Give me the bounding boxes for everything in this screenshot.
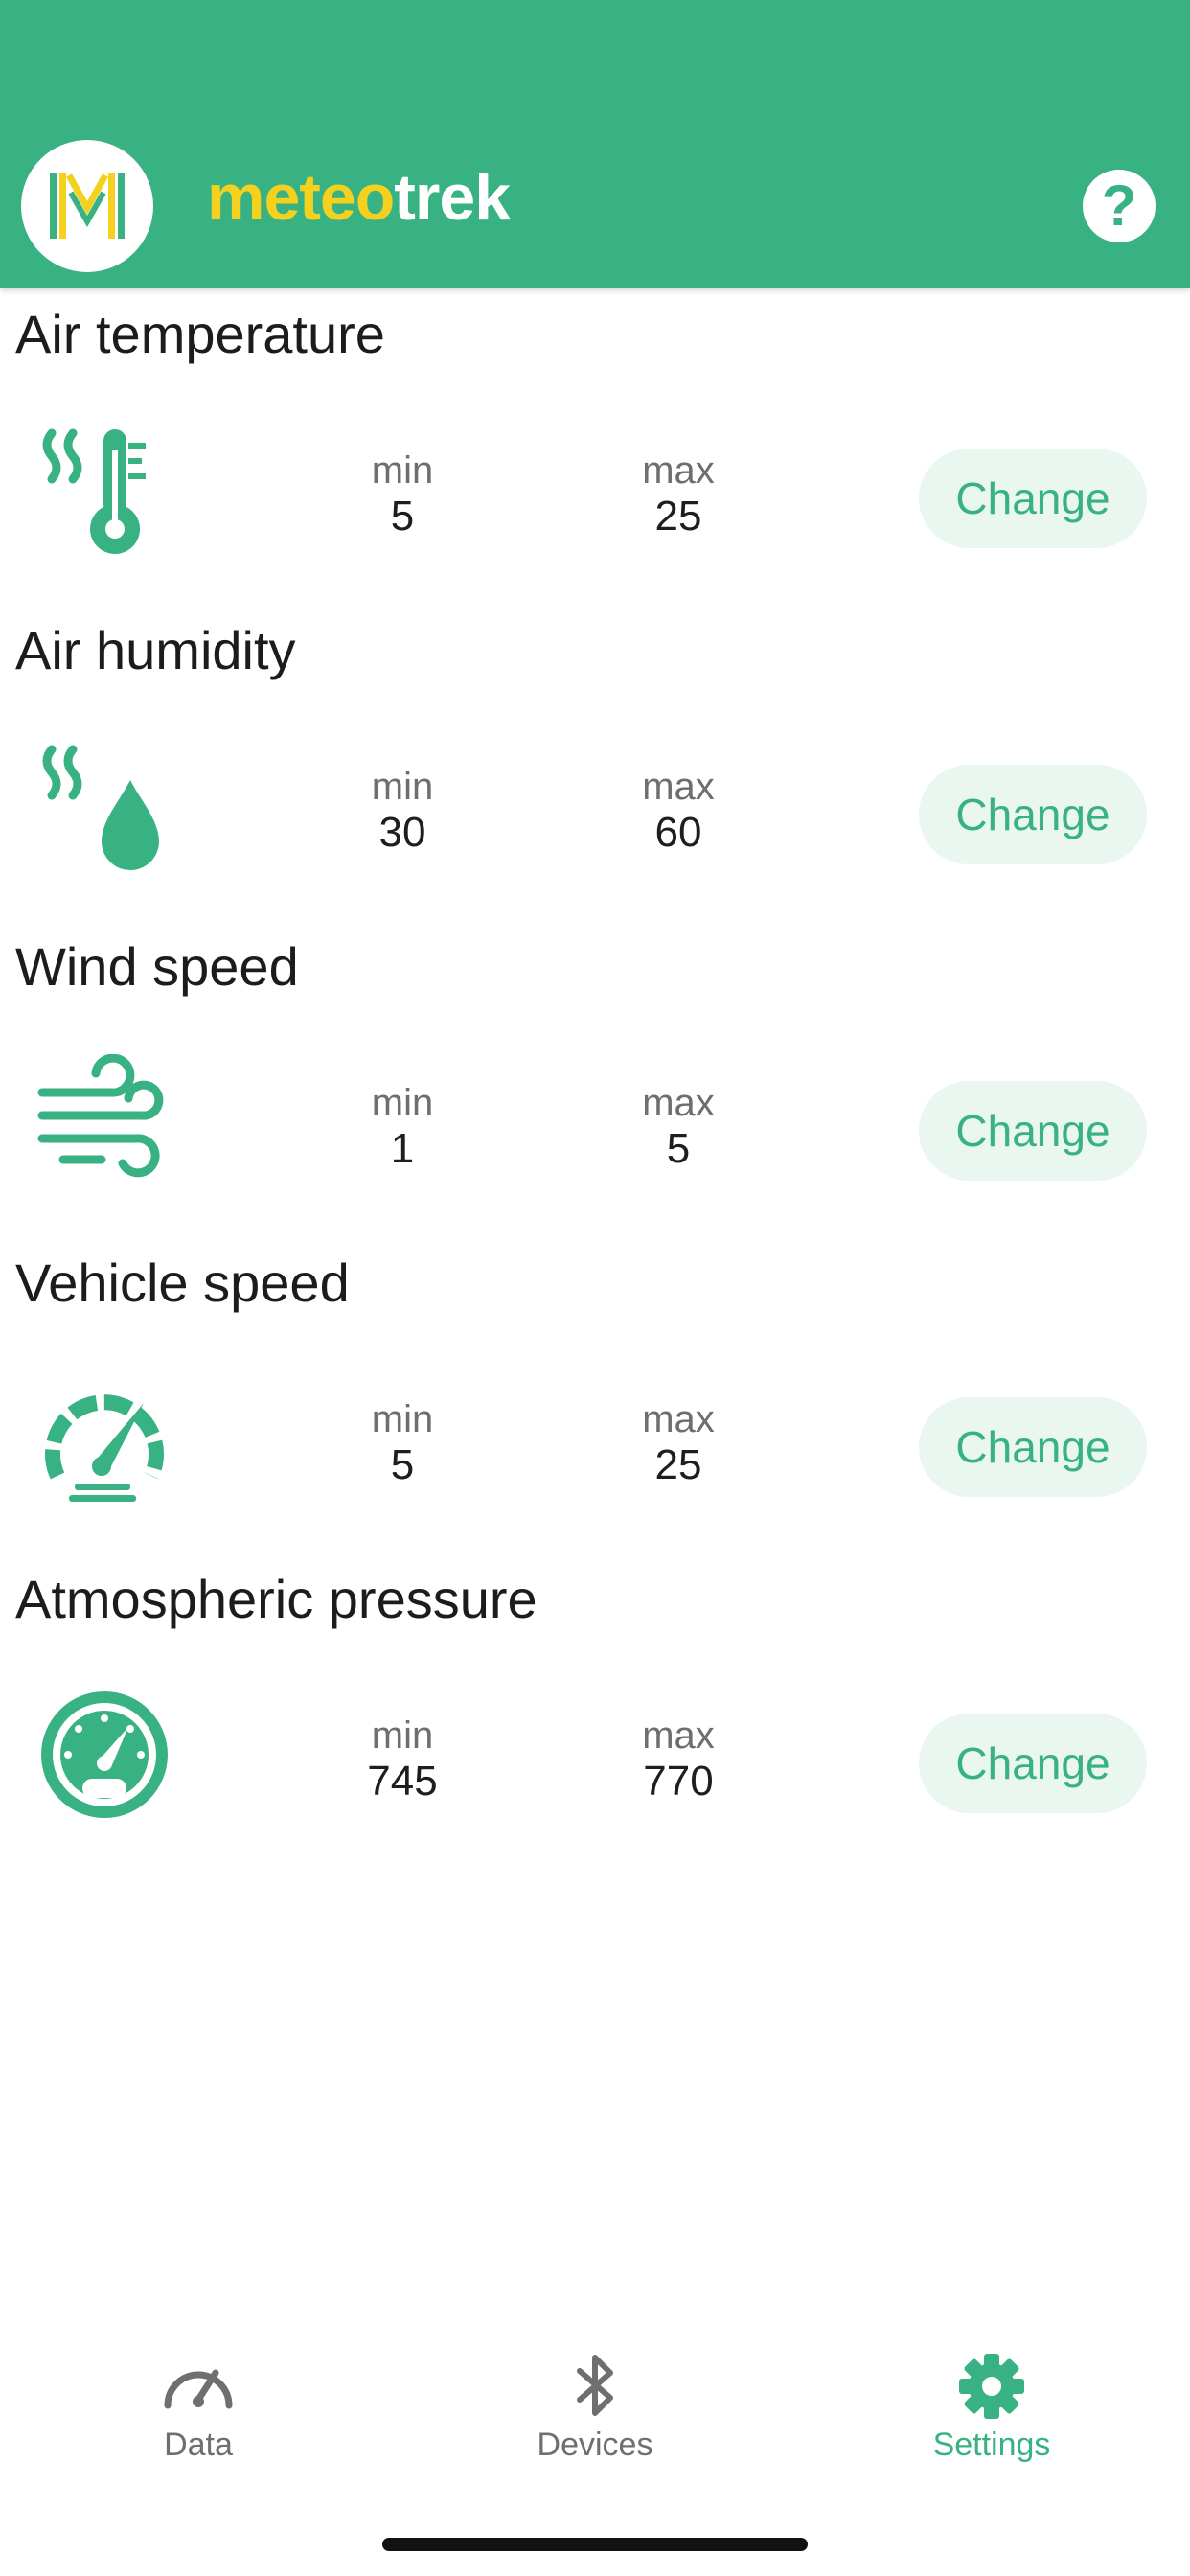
min-label: min bbox=[371, 1082, 434, 1124]
min-range: min 5 bbox=[335, 450, 469, 539]
bluetooth-icon bbox=[577, 2355, 613, 2416]
min-value: 5 bbox=[390, 1441, 415, 1488]
app-logo bbox=[21, 140, 153, 272]
help-icon: ? bbox=[1101, 173, 1137, 238]
section-title: Wind speed bbox=[15, 936, 299, 997]
brand-part-trek: trek bbox=[394, 161, 511, 234]
min-value: 745 bbox=[367, 1758, 438, 1805]
nav-item-settings[interactable]: Settings bbox=[793, 2310, 1190, 2472]
max-range: max 770 bbox=[611, 1715, 745, 1804]
max-value: 5 bbox=[666, 1125, 691, 1172]
min-label: min bbox=[371, 1714, 434, 1757]
section-title: Air humidity bbox=[15, 620, 296, 680]
speedometer-icon bbox=[45, 1394, 164, 1502]
humidity-drop-icon bbox=[42, 745, 159, 870]
bottom-navigation: Data Devices Settings bbox=[0, 2310, 1190, 2472]
nav-label-data: Data bbox=[164, 2426, 233, 2463]
section-title: Vehicle speed bbox=[15, 1253, 350, 1313]
max-value: 770 bbox=[643, 1758, 714, 1805]
min-label: min bbox=[371, 449, 434, 492]
wind-icon bbox=[37, 1054, 164, 1178]
min-range: min 5 bbox=[335, 1399, 469, 1487]
max-label: max bbox=[642, 1082, 715, 1124]
max-range: max 60 bbox=[611, 767, 745, 855]
help-button[interactable]: ? bbox=[1083, 170, 1156, 242]
brand-part-meteo: meteo bbox=[207, 161, 395, 234]
barometer-icon bbox=[41, 1691, 168, 1818]
max-value: 25 bbox=[654, 493, 702, 540]
max-range: max 25 bbox=[611, 450, 745, 539]
nav-label-settings: Settings bbox=[932, 2426, 1051, 2463]
sensor-section-air-temperature: Air temperature min 5 max 25 Change bbox=[0, 288, 1190, 604]
gauge-icon bbox=[164, 2369, 233, 2409]
min-value: 30 bbox=[378, 809, 426, 856]
section-title: Air temperature bbox=[15, 304, 385, 364]
max-range: max 25 bbox=[611, 1399, 745, 1487]
sensor-section-vehicle-speed: Vehicle speed min 5 max 25 Change bbox=[0, 1236, 1190, 1552]
max-label: max bbox=[642, 1714, 715, 1757]
change-button-atmospheric-pressure[interactable]: Change bbox=[919, 1714, 1147, 1813]
app-title: meteotrek bbox=[207, 165, 511, 230]
sensor-section-air-humidity: Air humidity min 30 max 60 Change bbox=[0, 604, 1190, 920]
nav-label-devices: Devices bbox=[537, 2426, 653, 2463]
sensor-settings-list: Air temperature min 5 max 25 Change Air … bbox=[0, 288, 1190, 1869]
change-button-air-temperature[interactable]: Change bbox=[919, 448, 1147, 548]
max-range: max 5 bbox=[611, 1083, 745, 1171]
min-value: 5 bbox=[390, 493, 415, 540]
app-bar: meteotrek ? bbox=[0, 0, 1190, 288]
min-label: min bbox=[371, 1398, 434, 1440]
min-range: min 745 bbox=[335, 1715, 469, 1804]
min-label: min bbox=[371, 766, 434, 808]
max-value: 25 bbox=[654, 1441, 702, 1488]
sensor-section-wind-speed: Wind speed min 1 max 5 Change bbox=[0, 920, 1190, 1236]
max-label: max bbox=[642, 766, 715, 808]
nav-item-devices[interactable]: Devices bbox=[397, 2310, 793, 2472]
min-range: min 30 bbox=[335, 767, 469, 855]
change-button-air-humidity[interactable]: Change bbox=[919, 765, 1147, 864]
change-button-wind-speed[interactable]: Change bbox=[919, 1081, 1147, 1181]
nav-item-data[interactable]: Data bbox=[0, 2310, 397, 2472]
gear-icon bbox=[959, 2354, 1024, 2419]
min-value: 1 bbox=[390, 1125, 415, 1172]
min-range: min 1 bbox=[335, 1083, 469, 1171]
sensor-section-atmospheric-pressure: Atmospheric pressure min 745 max 770 Cha… bbox=[0, 1552, 1190, 1869]
change-button-vehicle-speed[interactable]: Change bbox=[919, 1397, 1147, 1497]
home-indicator[interactable] bbox=[382, 2538, 808, 2551]
section-title: Atmospheric pressure bbox=[15, 1569, 538, 1629]
max-value: 60 bbox=[654, 809, 702, 856]
max-label: max bbox=[642, 449, 715, 492]
meteotrek-logo-icon bbox=[50, 173, 125, 239]
max-label: max bbox=[642, 1398, 715, 1440]
thermometer-icon bbox=[42, 428, 146, 554]
